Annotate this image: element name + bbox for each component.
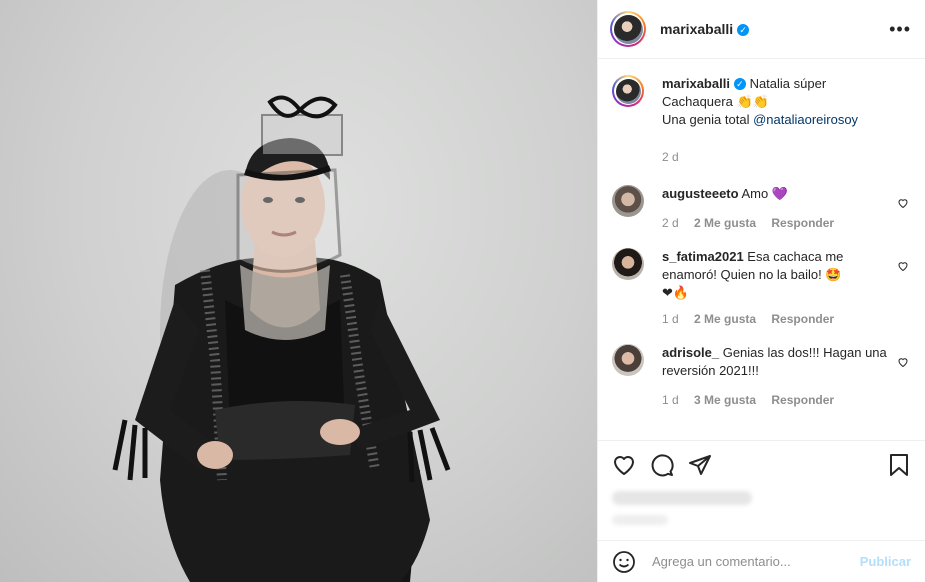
more-options-icon[interactable]: ••• bbox=[889, 19, 911, 40]
publish-button[interactable]: Publicar bbox=[860, 554, 911, 569]
caption-text-3: Una genia total bbox=[662, 112, 754, 127]
caption-username[interactable]: marixaballi bbox=[662, 76, 730, 91]
comment-like-icon[interactable] bbox=[897, 356, 909, 368]
comment-item: adrisole_ Genias las dos!!! Hagan una re… bbox=[610, 344, 911, 409]
emoji-icon[interactable] bbox=[612, 550, 636, 574]
comment-username[interactable]: s_fatima2021 bbox=[662, 249, 744, 264]
post-date-blurred bbox=[612, 515, 668, 525]
comment-text: Amo 💜 bbox=[741, 186, 789, 201]
add-comment-bar: Publicar bbox=[598, 540, 925, 582]
reply-button[interactable]: Responder bbox=[771, 312, 834, 326]
comment-item: augusteeeto Amo 💜 2 d 2 Me gusta Respond… bbox=[610, 185, 911, 232]
post-header: marixaballi ✓ ••• bbox=[598, 0, 925, 59]
comment-username[interactable]: adrisole_ bbox=[662, 345, 719, 360]
caption-text-1: Natalia súper bbox=[749, 76, 827, 91]
comment-likes[interactable]: 3 Me gusta bbox=[694, 393, 756, 407]
post-media[interactable] bbox=[0, 0, 597, 582]
comment-like-icon[interactable] bbox=[897, 260, 909, 272]
share-icon[interactable] bbox=[688, 453, 712, 477]
comment-likes[interactable]: 2 Me gusta bbox=[694, 216, 756, 230]
comment-icon[interactable] bbox=[650, 453, 674, 477]
likes-count-blurred bbox=[612, 491, 752, 505]
post-panel: marixaballi ✓ ••• marixaballi ✓ Natalia sú… bbox=[597, 0, 925, 582]
reply-button[interactable]: Responder bbox=[771, 216, 834, 230]
commenter-avatar[interactable] bbox=[612, 248, 644, 280]
comment-item: s_fatima2021 Esa cachaca me enamoró! Qui… bbox=[610, 248, 911, 328]
comment-time[interactable]: 1 d bbox=[662, 312, 679, 326]
commenter-avatar[interactable] bbox=[612, 344, 644, 376]
comment-likes[interactable]: 2 Me gusta bbox=[694, 312, 756, 326]
heart-icon[interactable] bbox=[612, 453, 636, 477]
reply-button[interactable]: Responder bbox=[771, 393, 834, 407]
comment-input[interactable] bbox=[650, 553, 860, 570]
commenter-avatar[interactable] bbox=[612, 185, 644, 217]
verified-badge-icon: ✓ bbox=[737, 24, 750, 36]
caption-text-2: Cachaquera 👏👏 bbox=[662, 94, 769, 109]
action-bar bbox=[598, 440, 925, 525]
comment-username[interactable]: augusteeeto bbox=[662, 186, 739, 201]
author-username[interactable]: marixaballi ✓ bbox=[660, 21, 750, 37]
verified-badge-icon: ✓ bbox=[733, 78, 746, 90]
comment-time[interactable]: 1 d bbox=[662, 393, 679, 407]
mention-link[interactable]: @nataliaoreirosoy bbox=[753, 112, 858, 127]
caption: marixaballi ✓ Natalia súper Cachaquera 👏👏… bbox=[610, 75, 911, 166]
comment-time[interactable]: 2 d bbox=[662, 216, 679, 230]
bookmark-icon[interactable] bbox=[887, 453, 911, 477]
comments-list: marixaballi ✓ Natalia súper Cachaquera 👏👏… bbox=[598, 59, 925, 440]
caption-avatar[interactable] bbox=[612, 75, 644, 107]
author-avatar[interactable] bbox=[610, 11, 646, 47]
comment-emoji: ❤🔥 bbox=[662, 285, 690, 300]
post-photo bbox=[112, 95, 451, 582]
comment-like-icon[interactable] bbox=[897, 197, 909, 209]
caption-time[interactable]: 2 d bbox=[662, 150, 679, 164]
